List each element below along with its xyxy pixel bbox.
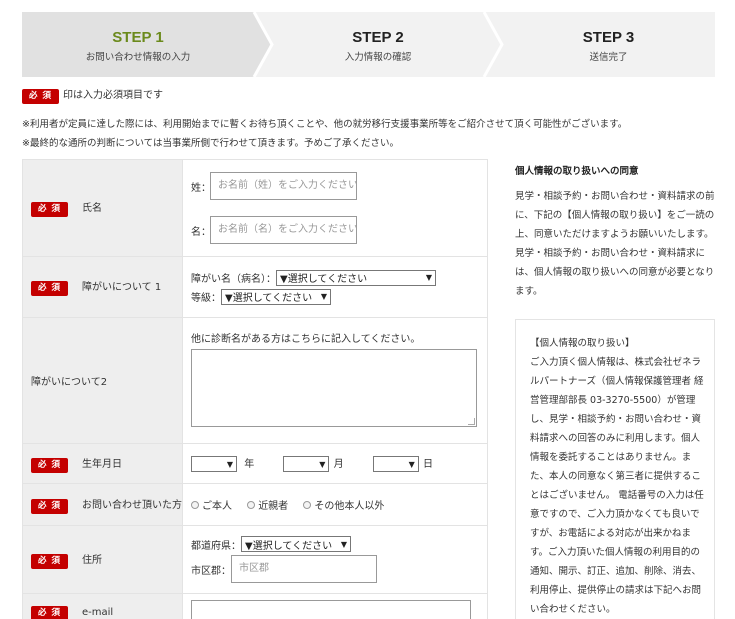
first-name-input[interactable]: お名前（名）をご入力ください	[210, 216, 357, 244]
birthday-field-cell: ▼ 年 ▼ 月 ▼ 日	[182, 443, 488, 484]
disability2-label: 障がいについて2	[31, 377, 108, 388]
row-address: 必 須 住所 都道府県： ▼選択してください ▼ 市区郡： 市区郡	[22, 525, 488, 594]
grade-label: 等級：	[191, 293, 221, 304]
first-name-label: 名：	[191, 226, 211, 238]
required-badge: 必 須	[31, 202, 68, 217]
step-1-title: STEP 1	[112, 29, 164, 46]
radio-circle-icon[interactable]	[303, 500, 312, 509]
month-unit: 月	[333, 458, 344, 470]
chevron-down-icon: ▼	[320, 292, 327, 301]
step-2-title: STEP 2	[352, 29, 404, 46]
notice-text: ※利用者が定員に達した際には、利用開始までに暫くお待ち頂くことや、他の就労移行支…	[22, 115, 627, 153]
required-badge: 必 須	[31, 606, 68, 619]
email-label: e-mail	[81, 607, 114, 618]
email-label-cell: 必 須 e-mail	[22, 593, 183, 619]
chevron-down-icon: ▼	[425, 273, 432, 282]
step-indicator: STEP 1 お問い合わせ情報の入力 STEP 2 入力情報の確認 STEP 3…	[22, 12, 715, 77]
notice-line-1: ※利用者が定員に達した際には、利用開始までに暫くお待ち頂くことや、他の就労移行支…	[22, 119, 628, 130]
chevron-down-icon: ▼	[319, 459, 326, 469]
row-email: 必 須 e-mail	[22, 593, 488, 619]
radio-other-label: その他本人以外	[314, 501, 385, 512]
birthday-label-cell: 必 須 生年月日	[22, 443, 183, 484]
chevron-down-icon: ▼	[340, 539, 347, 549]
inquiry-form: 必 須 氏名 姓： お名前（姓）をご入力ください 名： お名前（名）をご入力くださ…	[22, 159, 488, 619]
step-1: STEP 1 お問い合わせ情報の入力	[22, 12, 254, 77]
disability1-field-cell: 障がい名（病名）： ▼選択してください ▼ 等級： ▼選択してください ▼	[182, 256, 488, 318]
privacy-consent: 個人情報の取り扱いへの同意 見学・相談予約・お問い合わせ・資料請求の前に、下記の…	[515, 159, 715, 301]
inquirer-field-cell: ご本人 近親者 その他本人以外	[182, 483, 488, 526]
radio-other[interactable]: その他本人以外	[303, 497, 384, 512]
required-badge: 必 須	[31, 498, 68, 514]
birth-day-select[interactable]: ▼	[372, 456, 419, 473]
step-3-title: STEP 3	[582, 29, 635, 46]
name-label: 氏名	[81, 203, 102, 214]
step-3: STEP 3 送信完了	[502, 12, 715, 77]
row-birthday: 必 須 生年月日 ▼ 年 ▼ 月 ▼ 日	[22, 443, 488, 484]
birthday-label: 生年月日	[81, 458, 122, 470]
chevron-down-icon: ▼	[226, 459, 233, 469]
privacy-consent-body: 見学・相談予約・お問い合わせ・資料請求の前に、下記の【個人情報の取り扱い】をご一…	[515, 191, 715, 297]
step-3-subtitle: 送信完了	[589, 52, 628, 63]
disability2-hint: 他に診断名がある方はこちらに記入してください。	[191, 334, 421, 345]
disability-name-select-value: ▼選択してください	[280, 274, 368, 285]
step-2: STEP 2 入力情報の確認	[272, 12, 484, 77]
privacy-consent-title: 個人情報の取り扱いへの同意	[515, 166, 639, 177]
chevron-down-icon: ▼	[408, 459, 415, 469]
city-input[interactable]: 市区郡	[231, 555, 377, 583]
birth-year-select[interactable]: ▼	[191, 456, 237, 473]
disability2-textarea[interactable]	[191, 349, 477, 427]
prefecture-select[interactable]: ▼選択してください ▼	[241, 536, 351, 552]
privacy-policy-text: 【個人情報の取り扱い】 ご入力頂く個人情報は、株式会社ゼネラルパートナーズ（個人…	[530, 338, 704, 615]
disability-name-label: 障がい名（病名）：	[191, 274, 276, 285]
city-label: 市区郡：	[191, 565, 231, 577]
email-field-cell	[182, 593, 488, 619]
year-unit: 年	[244, 458, 255, 470]
last-name-label: 姓：	[191, 182, 211, 194]
disability1-label-cell: 必 須 障がいについて 1	[22, 256, 183, 318]
day-unit: 日	[422, 458, 433, 470]
required-badge: 必 須	[31, 553, 68, 569]
name-label-cell: 必 須 氏名	[22, 159, 183, 257]
radio-self[interactable]: ご本人	[191, 497, 232, 512]
inquirer-label: お問い合わせ頂いた方	[81, 499, 182, 511]
address-field-cell: 都道府県： ▼選択してください ▼ 市区郡： 市区郡	[182, 525, 488, 594]
row-name: 必 須 氏名 姓： お名前（姓）をご入力ください 名： お名前（名）をご入力くださ…	[22, 159, 488, 257]
last-name-input[interactable]: お名前（姓）をご入力ください	[210, 172, 357, 200]
grade-select-value: ▼選択してください	[225, 293, 313, 304]
radio-relative[interactable]: 近親者	[247, 497, 288, 512]
radio-circle-icon[interactable]	[191, 500, 199, 509]
address-label: 住所	[81, 554, 102, 566]
row-inquirer: 必 須 お問い合わせ頂いた方 ご本人 近親者 その他本人以外	[22, 483, 488, 526]
required-note-text: 印は入力必須項目です	[62, 90, 163, 101]
required-badge: 必 須	[31, 457, 68, 473]
email-input[interactable]	[191, 600, 471, 619]
radio-self-label: ご本人	[202, 501, 232, 512]
name-field-cell: 姓： お名前（姓）をご入力ください 名： お名前（名）をご入力ください	[182, 159, 488, 257]
resize-grip-icon[interactable]	[468, 418, 475, 425]
row-disability-2: 障がいについて2 他に診断名がある方はこちらに記入してください。	[22, 317, 488, 444]
row-disability-1: 必 須 障がいについて 1 障がい名（病名）： ▼選択してください ▼ 等級： ▼選…	[22, 256, 488, 318]
required-badge: 必 須	[22, 89, 59, 104]
prefecture-label: 都道府県：	[191, 540, 241, 552]
birth-month-select[interactable]: ▼	[283, 456, 330, 473]
inquirer-label-cell: 必 須 お問い合わせ頂いた方	[22, 483, 183, 526]
notice-line-2: ※最終的な通所の判断については当事業所側で行わせて頂きます。予めご了承ください。	[22, 138, 400, 149]
disability-name-select[interactable]: ▼選択してください ▼	[276, 269, 436, 286]
disability2-label-cell: 障がいについて2	[22, 317, 183, 444]
disability2-field-cell: 他に診断名がある方はこちらに記入してください。	[182, 317, 488, 444]
required-badge: 必 須	[31, 281, 68, 296]
disability1-label: 障がいについて 1	[81, 282, 162, 293]
radio-circle-icon[interactable]	[247, 500, 256, 509]
grade-select[interactable]: ▼選択してください ▼	[221, 288, 331, 305]
privacy-policy-box[interactable]: 【個人情報の取り扱い】 ご入力頂く個人情報は、株式会社ゼネラルパートナーズ（個人…	[515, 319, 715, 619]
prefecture-select-value: ▼選択してください	[245, 540, 333, 552]
step-2-subtitle: 入力情報の確認	[344, 52, 412, 63]
address-label-cell: 必 須 住所	[22, 525, 183, 594]
step-1-subtitle: お問い合わせ情報の入力	[85, 52, 191, 63]
radio-relative-label: 近親者	[258, 501, 289, 512]
required-legend: 必 須印は入力必須項目です	[22, 86, 163, 104]
